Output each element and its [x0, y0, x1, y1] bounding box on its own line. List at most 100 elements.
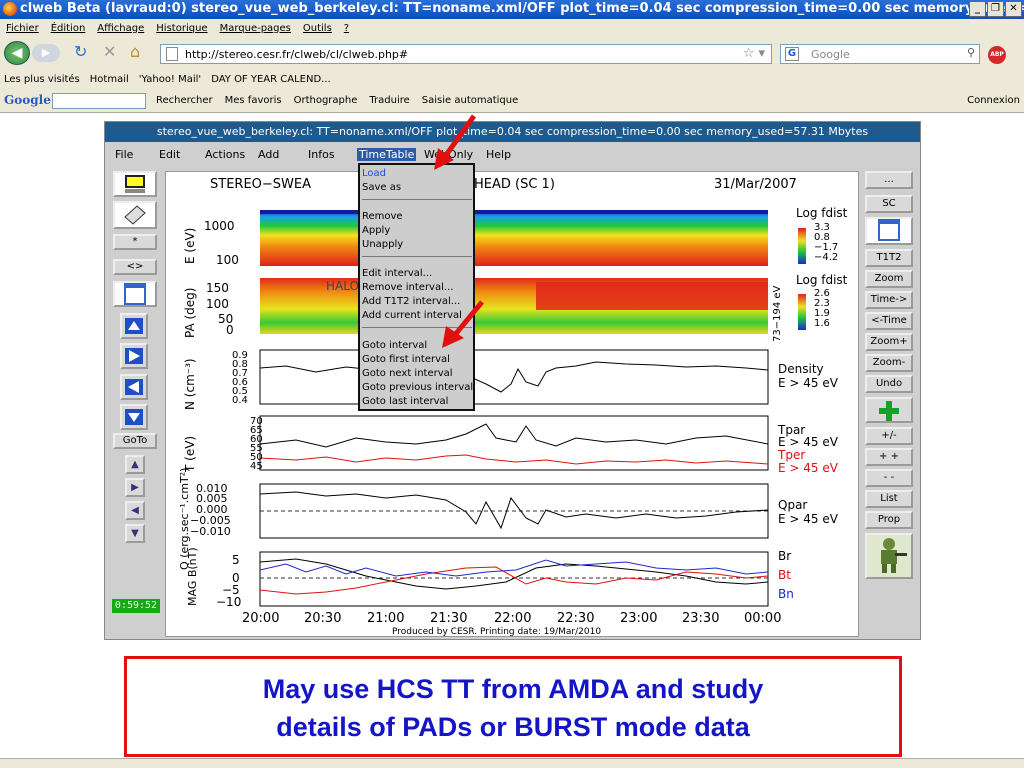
- menu-item-apply[interactable]: Apply: [362, 225, 390, 236]
- menu-item-goto-first[interactable]: Goto first interval: [362, 354, 450, 365]
- undo-button[interactable]: Undo: [865, 375, 913, 393]
- horizontal-scrollbar[interactable]: [0, 758, 1024, 768]
- home-icon[interactable]: ⌂: [130, 42, 140, 61]
- dots-button[interactable]: ...: [865, 171, 913, 189]
- restore-icon[interactable]: ❐: [987, 1, 1004, 17]
- url-input[interactable]: http://stereo.cesr.fr/clweb/cl/clweb.php…: [160, 44, 772, 64]
- goto-button[interactable]: GoTo: [113, 433, 157, 449]
- forward-button[interactable]: ▶: [32, 44, 60, 62]
- x-tick-2230: 22:30: [557, 611, 594, 626]
- menu-item-goto-next[interactable]: Goto next interval: [362, 368, 453, 379]
- soldier-icon[interactable]: [865, 533, 913, 579]
- star-button[interactable]: *: [113, 234, 157, 250]
- menu-item-goto-previous[interactable]: Goto previous interval: [362, 382, 473, 393]
- small-left-icon[interactable]: ◀: [125, 501, 145, 520]
- bt-line: [259, 566, 769, 595]
- app-title-bar: stereo_vue_web_berkeley.cl: TT=noname.xm…: [105, 122, 920, 142]
- computer-icon[interactable]: [113, 171, 157, 197]
- menu-item-save-as[interactable]: Save as: [362, 182, 401, 193]
- x-tick-2130: 21:30: [430, 611, 467, 626]
- app-menu-timetable[interactable]: TimeTable: [357, 148, 417, 161]
- plus-minus-button[interactable]: +/-: [865, 427, 913, 445]
- p6-label-bt: Bt: [778, 568, 791, 582]
- left-arrow-button[interactable]: [120, 374, 148, 400]
- x-tick-0000: 00:00: [744, 611, 781, 626]
- green-plus-icon[interactable]: [865, 397, 913, 423]
- app-menu-webonly[interactable]: WebOnly: [424, 148, 473, 161]
- plus-plus-button[interactable]: + +: [865, 448, 913, 466]
- range-button[interactable]: <>: [113, 259, 157, 275]
- zoom-plus-button[interactable]: Zoom+: [865, 333, 913, 351]
- right-arrow-button[interactable]: [120, 343, 148, 369]
- small-right-icon[interactable]: ▶: [125, 478, 145, 497]
- menu-item-load[interactable]: Load: [362, 168, 386, 179]
- menu-item-remove[interactable]: Remove: [362, 211, 403, 222]
- search-icon[interactable]: ⚲: [967, 46, 975, 59]
- timetable-dropdown: Load Save as Remove Apply Unapply Edit i…: [358, 163, 475, 411]
- toolbar-rechercher[interactable]: Rechercher: [156, 95, 213, 106]
- sc-button[interactable]: SC: [865, 195, 913, 213]
- toolbar-saisie-auto[interactable]: Saisie automatique: [422, 95, 518, 106]
- zoom-minus-button[interactable]: Zoom-: [865, 354, 913, 372]
- p1-tick-1000: 1000: [204, 219, 235, 233]
- menu-edition[interactable]: Édition: [51, 23, 86, 34]
- minus-minus-button[interactable]: - -: [865, 469, 913, 487]
- app-menu-help[interactable]: Help: [486, 148, 511, 161]
- notepad-icon[interactable]: [113, 281, 157, 307]
- prop-button[interactable]: Prop: [865, 511, 913, 529]
- time-back-button[interactable]: <-Time: [865, 312, 913, 330]
- small-up-icon[interactable]: ▲: [125, 455, 145, 474]
- p6-ylabel: MAG B(nT): [186, 547, 199, 606]
- menu-item-add-t1t2-interval[interactable]: Add T1T2 interval...: [362, 296, 460, 307]
- menu-help[interactable]: ?: [344, 23, 349, 34]
- bookmark-yahoo-mail[interactable]: 'Yahoo! Mail': [139, 74, 201, 85]
- t1t2-button[interactable]: T1T2: [865, 249, 913, 267]
- toolbar-traduire[interactable]: Traduire: [369, 95, 409, 106]
- menu-item-unapply[interactable]: Unapply: [362, 239, 403, 250]
- bookmark-hotmail[interactable]: Hotmail: [90, 74, 129, 85]
- connexion-link[interactable]: Connexion: [967, 95, 1020, 106]
- plot-area[interactable]: STEREO−SWEA HEAD (SC 1) 31/Mar/2007 1000…: [165, 171, 859, 637]
- menu-item-goto-last[interactable]: Goto last interval: [362, 396, 448, 407]
- google-toolbar-search-input[interactable]: [52, 93, 146, 109]
- app-menu-edit[interactable]: Edit: [159, 148, 180, 161]
- app-menu-add[interactable]: Add: [258, 148, 279, 161]
- menu-outils[interactable]: Outils: [303, 23, 332, 34]
- menu-separator: [362, 327, 472, 328]
- down-arrow-button[interactable]: [120, 404, 148, 430]
- menu-historique[interactable]: Historique: [156, 23, 207, 34]
- menu-marque-pages[interactable]: Marque-pages: [220, 23, 291, 34]
- menu-item-edit-interval[interactable]: Edit interval...: [362, 268, 432, 279]
- back-button[interactable]: ◀: [4, 41, 30, 65]
- minimize-icon[interactable]: _: [969, 1, 986, 17]
- app-menu-file[interactable]: File: [115, 148, 133, 161]
- zoom-button[interactable]: Zoom: [865, 270, 913, 288]
- toolbar-mes-favoris[interactable]: Mes favoris: [225, 95, 282, 106]
- list-button[interactable]: List: [865, 490, 913, 508]
- up-arrow-button[interactable]: [120, 313, 148, 339]
- time-forward-button[interactable]: Time->: [865, 291, 913, 309]
- small-down-icon[interactable]: ▼: [125, 524, 145, 543]
- bookmark-day-of-year[interactable]: DAY OF YEAR CALEND...: [211, 74, 331, 85]
- menu-item-goto-interval[interactable]: Goto interval: [362, 340, 427, 351]
- reload-icon[interactable]: ↻: [74, 42, 87, 61]
- menu-item-remove-interval[interactable]: Remove interval...: [362, 282, 453, 293]
- p4-label-tper: Tper: [777, 448, 805, 462]
- app-menu-infos[interactable]: Infos: [308, 148, 335, 161]
- bookmark-star-icon[interactable]: ☆ ▾: [743, 46, 765, 61]
- p1-tick-100: 100: [216, 253, 239, 267]
- search-input[interactable]: G Google ⚲: [780, 44, 980, 64]
- bookmark-most-visited[interactable]: Les plus visités: [4, 74, 80, 85]
- notepad-icon-right[interactable]: [865, 217, 913, 245]
- menu-affichage[interactable]: Affichage: [97, 23, 144, 34]
- stop-icon[interactable]: ✕: [103, 42, 116, 61]
- menu-fichier[interactable]: Fichier: [6, 23, 39, 34]
- p5-label-energy: E > 45 eV: [778, 512, 839, 526]
- adblock-icon[interactable]: ABP: [988, 46, 1006, 64]
- close-icon[interactable]: ✕: [1005, 1, 1022, 17]
- menu-separator: [362, 256, 472, 257]
- menu-item-add-current-interval[interactable]: Add current interval: [362, 310, 462, 321]
- app-menu-actions[interactable]: Actions: [205, 148, 245, 161]
- eraser-icon[interactable]: [113, 201, 157, 229]
- toolbar-orthographe[interactable]: Orthographe: [294, 95, 358, 106]
